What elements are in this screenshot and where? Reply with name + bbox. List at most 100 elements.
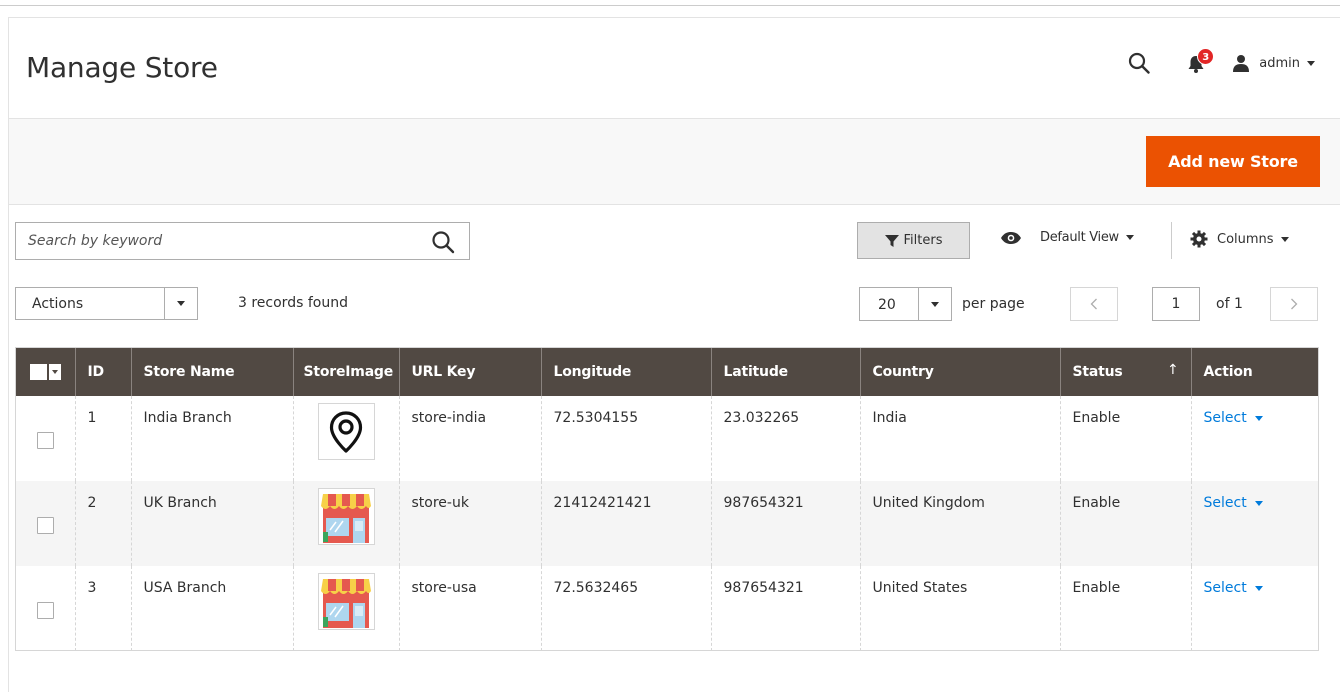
- row-checkbox[interactable]: [37, 517, 54, 534]
- mass-actions-dropdown[interactable]: Actions: [15, 287, 198, 320]
- cell-action: Select: [1190, 481, 1318, 566]
- row-action-select[interactable]: Select: [1204, 580, 1263, 596]
- cell-action: Select: [1190, 396, 1318, 481]
- per-page-value: 20: [878, 297, 896, 313]
- column-header-id[interactable]: ID: [74, 348, 131, 396]
- funnel-icon: [884, 234, 899, 247]
- chevron-left-icon: [1090, 298, 1097, 310]
- cell-store-name: UK Branch: [130, 481, 293, 566]
- row-select-cell: [16, 481, 75, 566]
- row-action-select[interactable]: Select: [1204, 410, 1263, 426]
- select-label: Select: [1203, 410, 1247, 426]
- cell-id: 3: [74, 566, 131, 651]
- table-row: 2 UK Branch store-uk 21412421421 9876543…: [16, 481, 1318, 566]
- column-header-status[interactable]: Status: [1059, 348, 1191, 396]
- cell-id: 2: [74, 481, 131, 566]
- chevron-down-icon: [918, 288, 951, 320]
- page-number-input[interactable]: [1152, 287, 1200, 321]
- global-search-icon[interactable]: [1128, 52, 1150, 74]
- column-header-store-image[interactable]: StoreImage: [292, 348, 399, 396]
- cell-url-key: store-india: [398, 396, 541, 481]
- row-checkbox[interactable]: [37, 432, 54, 449]
- table-row: 1 India Branch store-india 72.5304155 23…: [16, 396, 1318, 481]
- filters-label: Filters: [903, 233, 943, 248]
- cell-latitude: 987654321: [710, 566, 860, 651]
- column-header-country[interactable]: Country: [859, 348, 1060, 396]
- columns-control[interactable]: Columns: [1190, 230, 1289, 248]
- columns-label: Columns: [1217, 231, 1274, 247]
- row-checkbox[interactable]: [37, 602, 54, 619]
- header-actions: 3 admin: [1128, 48, 1315, 78]
- store-thumbnail[interactable]: [317, 573, 375, 630]
- cell-country: India: [859, 396, 1060, 481]
- storefront-icon: [321, 578, 371, 628]
- cell-store-name: USA Branch: [130, 566, 293, 651]
- cell-action: Select: [1190, 566, 1318, 651]
- chevron-down-icon: [1280, 236, 1289, 242]
- per-page-dropdown[interactable]: 20: [859, 287, 952, 321]
- cell-status: Enable: [1059, 566, 1191, 651]
- cell-status: Enable: [1059, 396, 1191, 481]
- cell-url-key: store-uk: [398, 481, 541, 566]
- cell-store-image: [292, 566, 399, 651]
- search-input[interactable]: [16, 223, 416, 259]
- store-grid: ID Store Name StoreImage URL Key Longitu…: [15, 347, 1319, 651]
- total-pages: of 1: [1216, 296, 1243, 312]
- store-thumbnail[interactable]: [317, 403, 375, 460]
- cell-longitude: 72.5304155: [540, 396, 711, 481]
- map-pin-icon: [329, 410, 363, 453]
- mass-select-header[interactable]: [16, 348, 75, 396]
- page-title: Manage Store: [26, 51, 218, 84]
- column-header-action: Action: [1190, 348, 1318, 396]
- search-icon[interactable]: [431, 230, 455, 254]
- previous-page-button[interactable]: [1070, 287, 1118, 321]
- filters-button[interactable]: Filters: [857, 222, 970, 259]
- view-switcher[interactable]: Default View: [1000, 230, 1134, 245]
- chevron-down-icon: [1307, 60, 1315, 66]
- row-select-cell: [16, 396, 75, 481]
- column-header-store-name[interactable]: Store Name: [130, 348, 293, 396]
- column-header-longitude[interactable]: Longitude: [540, 348, 711, 396]
- cell-store-image: [292, 396, 399, 481]
- keyword-search: [15, 222, 470, 260]
- cell-latitude: 23.032265: [710, 396, 860, 481]
- toolbar-divider: [1171, 222, 1172, 259]
- notifications-bell-icon[interactable]: 3: [1186, 48, 1215, 74]
- chevron-down-icon: [164, 288, 197, 319]
- table-row: 3 USA Branch store-usa 72.5632465 987654…: [16, 566, 1318, 651]
- cell-url-key: store-usa: [398, 566, 541, 651]
- add-new-store-button[interactable]: Add new Store: [1146, 136, 1320, 187]
- gear-icon: [1190, 230, 1208, 248]
- per-page-label: per page: [962, 296, 1025, 312]
- next-page-button[interactable]: [1270, 287, 1318, 321]
- cell-latitude: 987654321: [710, 481, 860, 566]
- select-label: Select: [1203, 580, 1247, 596]
- chevron-down-icon: [1254, 415, 1263, 421]
- user-name: admin: [1259, 55, 1300, 71]
- view-label: Default View: [1040, 230, 1119, 245]
- cell-longitude: 72.5632465: [540, 566, 711, 651]
- store-thumbnail[interactable]: [317, 488, 375, 545]
- chevron-down-icon: [1254, 585, 1263, 591]
- storefront-icon: [321, 493, 371, 543]
- cell-store-image: [292, 481, 399, 566]
- select-label: Select: [1203, 495, 1247, 511]
- row-action-select[interactable]: Select: [1204, 495, 1263, 511]
- cell-id: 1: [74, 396, 131, 481]
- chevron-down-icon: [48, 364, 61, 380]
- chevron-down-icon: [1254, 500, 1263, 506]
- actions-label: Actions: [32, 296, 84, 312]
- chevron-right-icon: [1291, 298, 1298, 310]
- column-header-latitude[interactable]: Latitude: [710, 348, 860, 396]
- cell-country: United States: [859, 566, 1060, 651]
- cell-country: United Kingdom: [859, 481, 1060, 566]
- top-divider: [0, 0, 1340, 6]
- eye-icon: [1001, 231, 1021, 244]
- mass-select-checkbox[interactable]: [30, 364, 66, 380]
- user-menu[interactable]: admin: [1232, 54, 1315, 72]
- grid-header-row: ID Store Name StoreImage URL Key Longitu…: [16, 348, 1318, 396]
- user-icon: [1233, 55, 1250, 72]
- records-count: 3 records found: [238, 295, 348, 311]
- cell-status: Enable: [1059, 481, 1191, 566]
- column-header-url-key[interactable]: URL Key: [398, 348, 541, 396]
